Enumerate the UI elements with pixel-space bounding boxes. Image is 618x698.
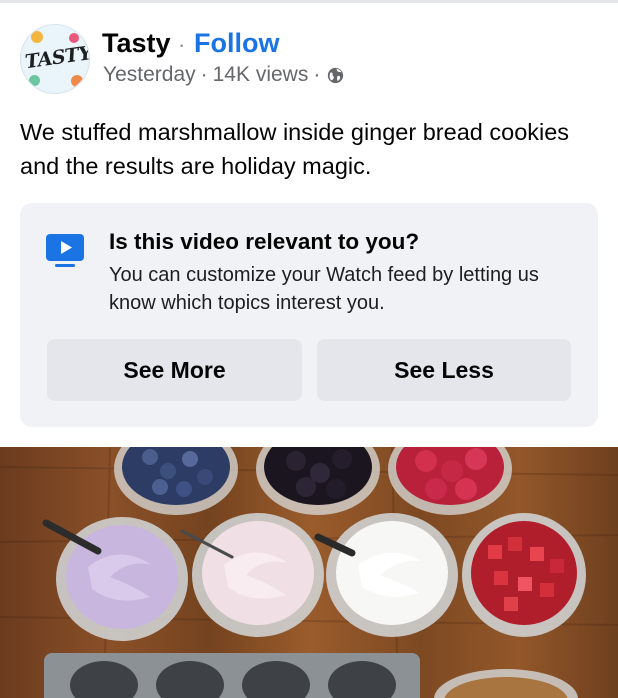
video-thumbnail[interactable] xyxy=(0,447,618,698)
purple-yogurt-bowl xyxy=(42,517,188,641)
meta-separator: · xyxy=(200,63,208,86)
relevance-card: Is this video relevant to you? You can c… xyxy=(20,203,598,427)
card-title: Is this video relevant to you? xyxy=(109,229,420,254)
page-name[interactable]: Tasty xyxy=(102,28,171,59)
avatar-decoration xyxy=(69,33,79,43)
see-more-button[interactable]: See More xyxy=(47,339,302,401)
avatar-logo: TASTY xyxy=(23,42,90,74)
post-meta: Yesterday · 14K views · xyxy=(103,63,344,87)
globe-icon[interactable] xyxy=(327,67,344,84)
blueberries-bowl xyxy=(114,447,238,515)
meta-separator: · xyxy=(313,63,321,86)
strawberries-bowl xyxy=(462,513,586,637)
view-count: 14K views xyxy=(212,63,309,86)
follow-button[interactable]: Follow xyxy=(194,28,279,59)
blackberries-bowl xyxy=(256,447,380,515)
page-avatar[interactable]: TASTY xyxy=(20,24,90,94)
post-timestamp[interactable]: Yesterday xyxy=(103,63,196,87)
granola-bowl xyxy=(434,669,578,698)
raspberries-bowl xyxy=(388,447,512,515)
avatar-decoration xyxy=(71,75,83,87)
avatar-decoration xyxy=(31,31,43,43)
top-divider xyxy=(0,0,618,3)
muffin-tin xyxy=(44,653,420,698)
name-separator: · xyxy=(178,32,186,57)
white-yogurt-bowl xyxy=(314,513,458,637)
video-frame-illustration xyxy=(0,447,618,698)
see-less-button[interactable]: See Less xyxy=(317,339,571,401)
avatar-decoration xyxy=(29,75,40,86)
post-caption: We stuffed marshmallow inside ginger bre… xyxy=(20,119,570,179)
post-header: TASTY Tasty · Follow Yesterday · 14K vie… xyxy=(20,24,600,94)
watch-video-icon xyxy=(46,234,84,267)
card-description: You can customize your Watch feed by let… xyxy=(109,264,539,314)
pink-yogurt-bowl xyxy=(180,513,324,637)
